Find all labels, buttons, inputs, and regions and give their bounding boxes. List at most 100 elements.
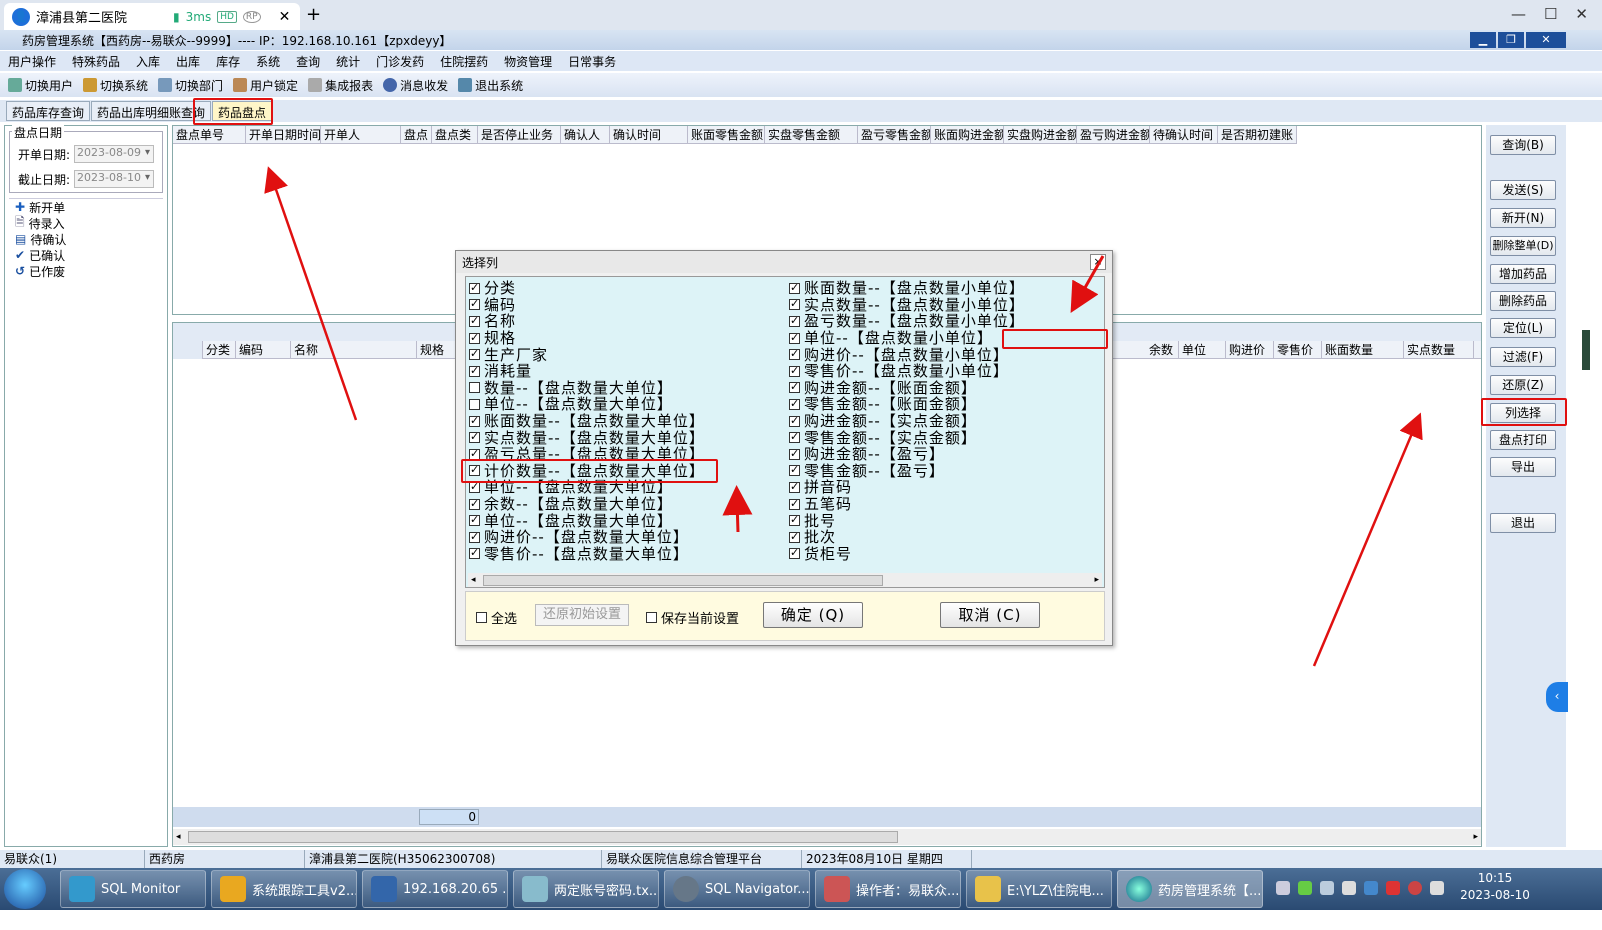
scroll-right-icon[interactable]: ▸ — [1470, 832, 1481, 842]
column-option[interactable]: 盈亏数量--【盘点数量小单位】 — [789, 313, 1104, 330]
tree-item-voided[interactable]: ↺ 已作废 — [15, 263, 65, 279]
export-button[interactable]: 导出 — [1490, 457, 1556, 477]
checkbox[interactable] — [789, 462, 800, 478]
taskbar-item[interactable]: E:\YLZ\住院电... — [966, 870, 1112, 908]
hd-badge[interactable]: HD — [217, 10, 237, 23]
checkbox[interactable] — [789, 529, 800, 545]
taskbar-item[interactable]: 药房管理系统【... — [1117, 870, 1263, 908]
checkbox[interactable] — [789, 330, 800, 346]
menu-inventory[interactable]: 库存 — [216, 53, 240, 70]
menu-inpatient[interactable]: 住院摆药 — [440, 53, 488, 70]
checkbox[interactable] — [789, 346, 800, 362]
collapse-arrow-icon[interactable]: ‹ — [1546, 682, 1568, 712]
scroll-left-icon[interactable]: ◂ — [468, 575, 479, 585]
taskbar-item[interactable]: 192.168.20.65 ... — [362, 870, 508, 908]
exit-button[interactable]: 退出 — [1490, 513, 1556, 533]
menu-outpatient[interactable]: 门诊发药 — [376, 53, 424, 70]
locate-button[interactable]: 定位(L) — [1490, 318, 1556, 338]
checkbox[interactable] — [646, 612, 657, 623]
col-header[interactable]: 实盘购进金额 — [1004, 125, 1077, 144]
col-header[interactable]: 名称 — [291, 340, 417, 359]
checkbox[interactable] — [469, 313, 480, 329]
col-header[interactable]: 是否期初建账 — [1218, 125, 1297, 144]
menu-stock-in[interactable]: 入库 — [136, 53, 160, 70]
column-option[interactable]: 账面数量--【盘点数量小单位】 — [789, 280, 1104, 297]
menu-stock-out[interactable]: 出库 — [176, 53, 200, 70]
checkbox[interactable] — [789, 313, 800, 329]
col-header[interactable]: 账面零售金额 — [688, 125, 765, 144]
col-header[interactable]: 是否停止业务 — [478, 125, 561, 144]
column-option[interactable]: 拼音码 — [789, 479, 1104, 496]
query-button[interactable]: 查询(B) — [1490, 135, 1556, 155]
checkbox[interactable] — [789, 545, 800, 561]
reports-button[interactable]: 集成报表 — [308, 77, 373, 94]
checkbox[interactable] — [469, 363, 480, 379]
column-option[interactable]: 单位--【盘点数量大单位】 — [469, 512, 787, 529]
start-button[interactable] — [4, 869, 46, 909]
taskbar-item[interactable]: 两定账号密码.tx... — [513, 870, 659, 908]
column-option[interactable]: 生产厂家 — [469, 346, 787, 363]
monitor-icon[interactable] — [1342, 881, 1356, 895]
exit-system-button[interactable]: 退出系统 — [458, 77, 523, 94]
col-header[interactable]: 单位 — [1179, 340, 1226, 359]
new-button[interactable]: 新开(N) — [1490, 208, 1556, 228]
menu-user-ops[interactable]: 用户操作 — [8, 53, 56, 70]
column-option[interactable]: 规格 — [469, 330, 787, 347]
checkbox[interactable] — [789, 512, 800, 528]
column-option[interactable]: 分类 — [469, 280, 787, 297]
column-option[interactable]: 零售金额--【盈亏】 — [789, 462, 1104, 480]
close-icon[interactable]: ✕ — [1575, 5, 1588, 23]
checkbox[interactable] — [789, 280, 800, 296]
lock-user-button[interactable]: 用户锁定 — [233, 77, 298, 94]
column-option[interactable]: 实点数量--【盘点数量小单位】 — [789, 296, 1104, 314]
checkbox[interactable] — [789, 379, 800, 395]
column-option[interactable]: 购进价--【盘点数量大单位】 — [469, 529, 787, 546]
close-tab-icon[interactable]: ✕ — [279, 9, 291, 25]
checkbox[interactable] — [789, 496, 800, 512]
column-option[interactable]: 批号 — [789, 512, 1104, 529]
checkbox[interactable] — [789, 446, 800, 462]
col-header[interactable]: 编码 — [236, 340, 291, 359]
column-option[interactable]: 购进金额--【账面金额】 — [789, 379, 1104, 397]
checkbox[interactable] — [789, 363, 800, 379]
col-header[interactable]: 开单人 — [321, 125, 401, 144]
column-option[interactable]: 消耗量 — [469, 363, 787, 380]
column-option[interactable]: 零售价--【盘点数量大单位】 — [469, 545, 787, 563]
column-option[interactable]: 名称 — [469, 313, 787, 330]
col-header[interactable]: 盈亏购进金额 — [1077, 125, 1150, 144]
checkbox[interactable] — [469, 382, 480, 394]
dialog-close-icon[interactable]: × — [1090, 254, 1106, 270]
select-all-checkbox[interactable]: 全选 — [476, 608, 517, 627]
checkbox[interactable] — [469, 280, 480, 296]
add-drug-button[interactable]: 增加药品 — [1490, 264, 1556, 284]
checkbox[interactable] — [469, 296, 480, 312]
menu-query[interactable]: 查询 — [296, 53, 320, 70]
save-settings-checkbox[interactable]: 保存当前设置 — [646, 608, 739, 627]
col-header[interactable]: 确认人 — [561, 125, 610, 144]
tree-item-pending-entry[interactable]: 🗎 待录入 — [15, 215, 65, 231]
alert-icon[interactable] — [1386, 881, 1400, 895]
checkbox[interactable] — [789, 429, 800, 445]
checkbox[interactable] — [469, 512, 480, 528]
column-option[interactable]: 编码 — [469, 296, 787, 314]
col-header[interactable]: 规格 — [417, 340, 459, 359]
checkbox[interactable] — [469, 496, 480, 512]
checkbox[interactable] — [469, 413, 480, 429]
end-date-picker[interactable]: 2023-08-10 — [74, 170, 155, 188]
checklist-hscrollbar[interactable]: ◂ ▸ — [468, 573, 1102, 587]
restore-button[interactable]: 还原(Z) — [1490, 375, 1556, 395]
column-option[interactable]: 购进金额--【盈亏】 — [789, 446, 1104, 463]
checkbox[interactable] — [789, 413, 800, 429]
col-header[interactable]: 余数 — [1146, 340, 1179, 359]
taskbar-item[interactable]: 系统跟踪工具v2... — [211, 870, 357, 908]
col-header[interactable]: 待确认时间 — [1150, 125, 1218, 144]
taskbar-item[interactable]: SQL Navigator... — [664, 870, 810, 908]
checkbox[interactable] — [476, 612, 487, 623]
app-close-icon[interactable]: ✕ — [1526, 32, 1566, 48]
col-header[interactable]: 盘点单号 — [173, 125, 246, 144]
col-header[interactable]: 盘点类 — [432, 125, 478, 144]
filter-button[interactable]: 过滤(F) — [1490, 347, 1556, 367]
column-checklist[interactable]: 分类编码名称规格生产厂家消耗量数量--【盘点数量大单位】单位--【盘点数量大单位… — [465, 276, 1105, 588]
column-option[interactable]: 批次 — [789, 529, 1104, 546]
antivirus-icon[interactable] — [1408, 881, 1422, 895]
